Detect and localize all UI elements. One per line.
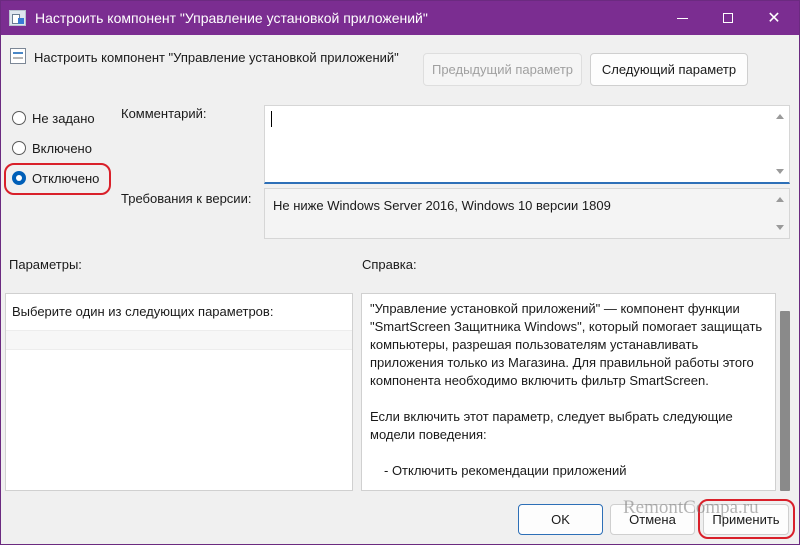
setting-icon [10,48,26,64]
scroll-up-icon[interactable] [776,114,784,119]
parameters-empty-row [6,330,352,350]
close-icon: ✕ [767,10,781,27]
radio-label: Не задано [32,110,95,126]
minimize-button[interactable] [659,1,705,35]
parameters-panel: Выберите один из следующих параметров: [5,293,353,491]
comment-scrollbar[interactable] [773,106,789,182]
watermark: RemontCompa.ru [623,497,759,518]
help-paragraph: - Отключить рекомендации приложений [384,463,627,478]
requirements-value: Не ниже Windows Server 2016, Windows 10 … [273,198,611,213]
next-setting-button[interactable]: Следующий параметр [590,53,748,86]
requirements-scrollbar[interactable] [773,189,789,238]
close-button[interactable]: ✕ [751,1,797,35]
requirements-field: Не ниже Windows Server 2016, Windows 10 … [264,188,790,239]
title-bar[interactable]: Настроить компонент "Управление установк… [1,1,799,35]
radio-circle[interactable] [12,141,26,155]
maximize-button[interactable] [705,1,751,35]
radio-enabled[interactable]: Включено [12,139,92,157]
help-paragraph: Если включить этот параметр, следует выб… [370,409,733,442]
maximize-icon [723,13,733,23]
comment-textarea[interactable] [264,105,790,184]
scroll-down-icon[interactable] [776,225,784,230]
minimize-icon [676,17,688,19]
setting-title: Настроить компонент "Управление установк… [34,50,399,65]
previous-setting-button[interactable]: Предыдущий параметр [423,53,582,86]
ok-button[interactable]: OK [518,504,603,535]
policy-editor-icon [9,10,26,26]
help-panel: "Управление установкой приложений" — ком… [361,293,776,491]
radio-circle[interactable] [12,111,26,125]
parameters-label: Параметры: [9,257,82,272]
highlight-annotation [4,163,111,195]
help-scrollbar-thumb[interactable] [780,311,790,491]
dialog-window: Настроить компонент "Управление установк… [0,0,800,545]
scroll-down-icon[interactable] [776,169,784,174]
window-title: Настроить компонент "Управление установк… [35,10,428,26]
help-paragraph: "Управление установкой приложений" — ком… [370,301,763,388]
scroll-up-icon[interactable] [776,197,784,202]
radio-not-configured[interactable]: Не задано [12,109,95,127]
comment-label: Комментарий: [121,106,207,121]
parameters-text: Выберите один из следующих параметров: [12,304,274,319]
radio-label: Включено [32,140,92,156]
requirements-label: Требования к версии: [121,191,252,206]
text-caret [271,111,272,127]
help-text: "Управление установкой приложений" — ком… [370,300,770,480]
help-label: Справка: [362,257,417,272]
